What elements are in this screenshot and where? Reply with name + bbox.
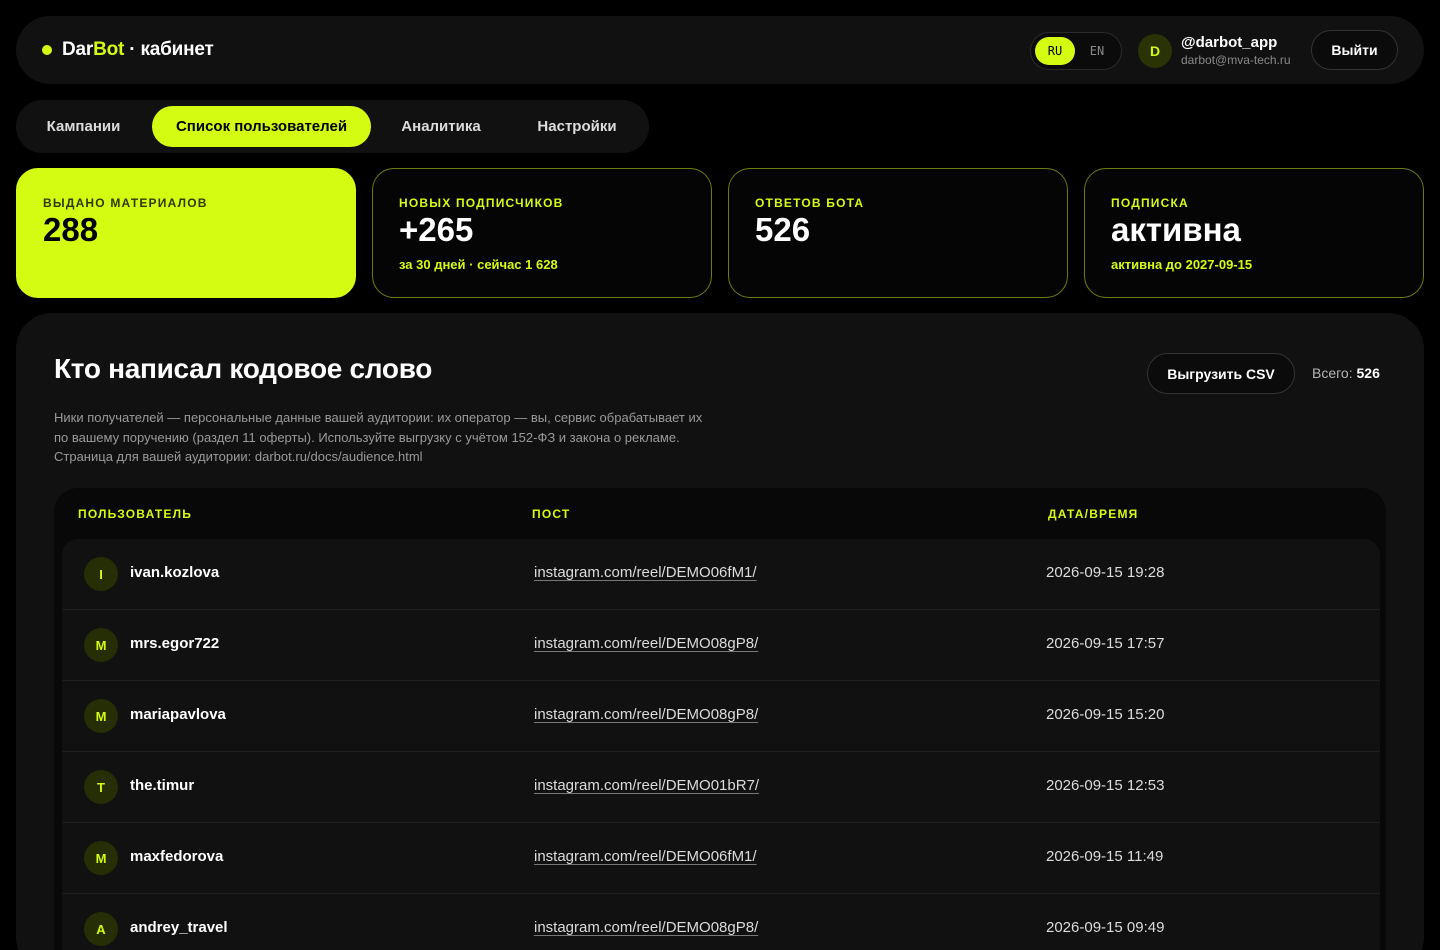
user-initial-avatar: M — [84, 628, 118, 662]
post-link[interactable]: instagram.com/reel/DEMO08gP8/ — [534, 706, 758, 723]
post-link[interactable]: instagram.com/reel/DEMO08gP8/ — [534, 635, 758, 652]
user-initial-avatar: T — [84, 770, 118, 804]
username: the.timur — [130, 777, 195, 794]
row-datetime: 2026-09-15 09:49 — [1046, 919, 1165, 936]
row-datetime: 2026-09-15 15:20 — [1046, 706, 1165, 723]
user-email: darbot@mva-tech.ru — [1181, 53, 1291, 67]
logo-suffix: · кабинет — [124, 39, 214, 60]
lang-ru-button[interactable]: RU — [1035, 37, 1075, 65]
row-datetime: 2026-09-15 19:28 — [1046, 564, 1165, 581]
post-link[interactable]: instagram.com/reel/DEMO01bR7/ — [534, 777, 759, 794]
row-datetime: 2026-09-15 17:57 — [1046, 635, 1165, 652]
table-row: M mrs.egor722 instagram.com/reel/DEMO08g… — [62, 610, 1380, 681]
tab-settings[interactable]: Настройки — [512, 106, 642, 147]
logo-accent: Bot — [93, 39, 125, 60]
stat-card-materials: ВЫДАНО МАТЕРИАЛОВ 288 — [16, 168, 356, 298]
username: andrey_travel — [130, 919, 228, 936]
column-header-datetime: ДАТА/ВРЕМЯ — [1048, 507, 1139, 521]
stat-value: +265 — [399, 211, 474, 248]
privacy-notice: Ники получателей — персональные данные в… — [54, 410, 703, 464]
stat-card-subscribers: НОВЫХ ПОДПИСЧИКОВ +265 за 30 дней · сейч… — [372, 168, 712, 298]
logo-text: DarBot · кабинет — [62, 39, 214, 61]
user-initial-avatar: A — [84, 912, 118, 946]
table-row: M mariapavlova instagram.com/reel/DEMO08… — [62, 681, 1380, 752]
username: maxfedorova — [130, 848, 224, 865]
stat-value: активна — [1111, 211, 1241, 248]
stat-label: ПОДПИСКА — [1111, 196, 1189, 210]
total-count: Всего: 526 — [1312, 365, 1380, 381]
user-initial-avatar: I — [84, 557, 118, 591]
row-datetime: 2026-09-15 12:53 — [1046, 777, 1165, 794]
page-title: Кто написал кодовое слово — [54, 353, 433, 384]
logo-prefix: Dar — [62, 39, 94, 60]
tab-user-list[interactable]: Список пользователей — [152, 106, 371, 147]
total-value: 526 — [1356, 365, 1380, 381]
app-logo[interactable]: DarBot · кабинет — [42, 39, 214, 61]
total-label: Всего: — [1312, 365, 1353, 381]
users-panel: Кто написал кодовое слово Выгрузить CSV … — [16, 313, 1424, 950]
users-table: ПОЛЬЗОВАТЕЛЬ ПОСТ ДАТА/ВРЕМЯ I ivan.kozl… — [54, 488, 1386, 950]
lang-en-button[interactable]: EN — [1077, 37, 1117, 65]
stat-card-subscription: ПОДПИСКА активна активна до 2027-09-15 — [1084, 168, 1424, 298]
stat-card-bot-replies: ОТВЕТОВ БОТА 526 — [728, 168, 1068, 298]
username: ivan.kozlova — [130, 564, 220, 581]
logout-button[interactable]: Выйти — [1311, 30, 1398, 70]
username: mrs.egor722 — [130, 635, 220, 652]
language-switcher: RU EN — [1030, 32, 1122, 70]
stat-sub: за 30 дней · сейчас 1 628 — [399, 257, 558, 272]
stat-label: ОТВЕТОВ БОТА — [755, 196, 865, 210]
username: mariapavlova — [130, 706, 226, 723]
post-link[interactable]: instagram.com/reel/DEMO06fM1/ — [534, 848, 757, 865]
main-tabs: Кампании Список пользователей Аналитика … — [16, 100, 649, 153]
table-row: A andrey_travel instagram.com/reel/DEMO0… — [62, 894, 1380, 950]
post-link[interactable]: instagram.com/reel/DEMO08gP8/ — [534, 919, 758, 936]
table-row: T the.timur instagram.com/reel/DEMO01bR7… — [62, 752, 1380, 823]
row-datetime: 2026-09-15 11:49 — [1046, 848, 1164, 865]
tab-analytics[interactable]: Аналитика — [378, 106, 504, 147]
user-initial-avatar: M — [84, 699, 118, 733]
stat-value: 526 — [755, 211, 811, 248]
stat-label: НОВЫХ ПОДПИСЧИКОВ — [399, 196, 564, 210]
column-header-user: ПОЛЬЗОВАТЕЛЬ — [78, 507, 193, 521]
user-avatar[interactable]: D — [1138, 34, 1172, 68]
user-handle: @darbot_app — [1181, 34, 1278, 51]
post-link[interactable]: instagram.com/reel/DEMO06fM1/ — [534, 564, 757, 581]
user-initial-avatar: M — [84, 841, 118, 875]
table-body: I ivan.kozlova instagram.com/reel/DEMO06… — [62, 539, 1380, 950]
stat-label: ВЫДАНО МАТЕРИАЛОВ — [43, 196, 208, 210]
tab-campaigns[interactable]: Кампании — [22, 106, 145, 147]
logo-dot-icon — [42, 45, 52, 55]
user-info: @darbot_app darbot@mva-tech.ru — [1181, 34, 1291, 68]
column-header-post: ПОСТ — [532, 507, 571, 521]
stat-value: 288 — [43, 211, 99, 248]
table-row: M maxfedorova instagram.com/reel/DEMO06f… — [62, 823, 1380, 894]
table-row: I ivan.kozlova instagram.com/reel/DEMO06… — [62, 539, 1380, 610]
stat-sub: активна до 2027-09-15 — [1111, 257, 1253, 272]
top-header: DarBot · кабинет RU EN D @darbot_app dar… — [16, 16, 1424, 84]
export-csv-button[interactable]: Выгрузить CSV — [1147, 353, 1295, 394]
